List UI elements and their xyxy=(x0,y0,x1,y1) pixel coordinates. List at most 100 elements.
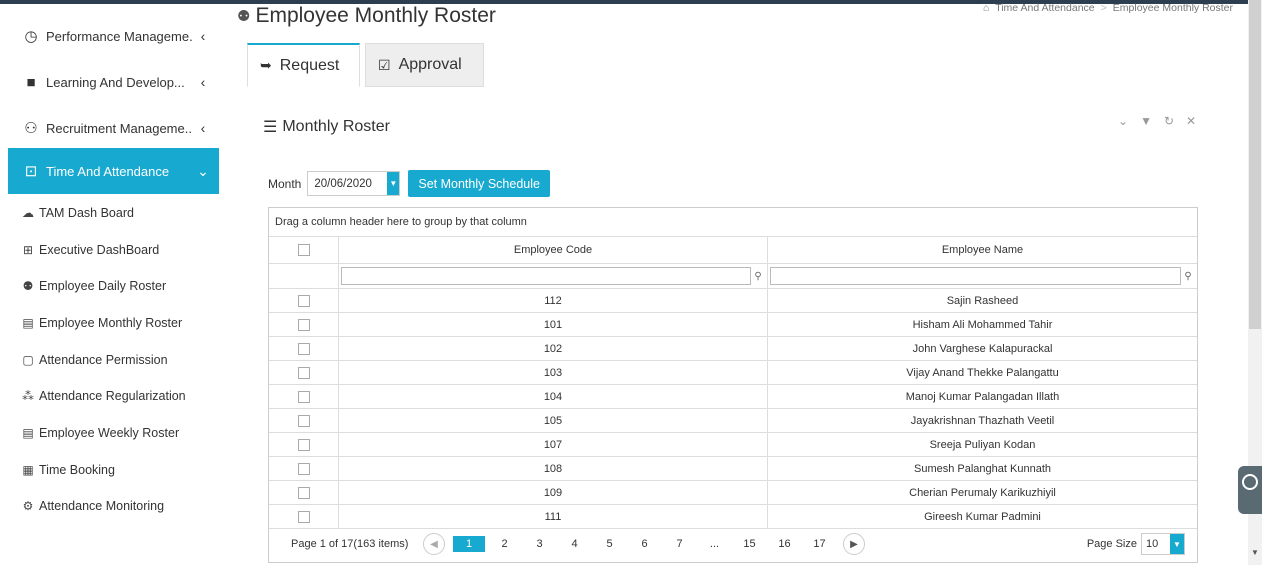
support-widget[interactable] xyxy=(1238,466,1262,514)
dropdown-icon[interactable]: ▼ xyxy=(1170,534,1184,554)
employee-name-cell: Jayakrishnan Thazhath Veetil xyxy=(910,414,1055,427)
page-number[interactable]: 4 xyxy=(557,538,592,550)
dropdown-icon[interactable]: ▼ xyxy=(387,172,400,195)
row-checkbox[interactable] xyxy=(297,462,310,475)
page-size: Page Size 10 ▼ xyxy=(1087,533,1185,555)
employee-name-cell: Gireesh Kumar Padmini xyxy=(924,510,1041,523)
sidebar-item-label: Learning And Develop... xyxy=(46,74,185,90)
table-row[interactable]: 101 Hisham Ali Mohammed Tahir xyxy=(269,313,1197,337)
code-filter-input[interactable] xyxy=(341,267,751,285)
tab-request[interactable]: ➥ Request xyxy=(247,43,360,87)
row-checkbox[interactable] xyxy=(297,414,310,427)
sub-item-label: Employee Daily Roster xyxy=(39,279,167,293)
sub-item-daily-roster[interactable]: ⚉ Employee Daily Roster xyxy=(20,271,167,301)
roster-grid: Drag a column header here to group by th… xyxy=(268,207,1198,563)
employee-name-cell: Hisham Ali Mohammed Tahir xyxy=(912,318,1053,331)
breadcrumb-current: Employee Monthly Roster xyxy=(1112,2,1233,14)
table-row[interactable]: 108 Sumesh Palanghat Kunnath xyxy=(269,457,1197,481)
page-number[interactable]: 17 xyxy=(802,538,837,550)
page-number[interactable]: 2 xyxy=(487,538,522,550)
sub-item-weekly-roster[interactable]: ▤ Employee Weekly Roster xyxy=(20,418,179,448)
table-row[interactable]: 105 Jayakrishnan Thazhath Veetil xyxy=(269,409,1197,433)
filter-icon[interactable]: ⚲ xyxy=(1181,271,1195,282)
page-size-select[interactable]: 10 ▼ xyxy=(1141,533,1185,555)
sub-item-monthly-roster[interactable]: ▤ Employee Monthly Roster xyxy=(20,308,182,338)
table-icon: ▦ xyxy=(22,463,34,477)
page-number[interactable]: 15 xyxy=(732,538,767,550)
page-number[interactable]: 16 xyxy=(767,538,802,550)
scroll-down-icon[interactable]: ▼ xyxy=(1251,548,1259,557)
sub-item-attendance-permission[interactable]: ▢ Attendance Permission xyxy=(20,345,168,375)
table-row[interactable]: 102 John Varghese Kalapurackal xyxy=(269,337,1197,361)
grid-body: 112 Sajin Rasheed 101 Hisham Ali Mohammed T… xyxy=(269,289,1197,529)
grid-header: Employee Code Employee Name xyxy=(269,237,1197,264)
home-icon[interactable]: ⌂ xyxy=(983,2,989,14)
sub-item-label: TAM Dash Board xyxy=(39,206,134,220)
row-checkbox[interactable] xyxy=(297,390,310,403)
prev-page-icon[interactable]: ◀ xyxy=(423,533,445,555)
employee-name-cell: Sajin Rasheed xyxy=(946,294,1019,307)
refresh-icon[interactable]: ↻ xyxy=(1164,114,1174,128)
page-number[interactable]: 7 xyxy=(662,538,697,550)
set-monthly-schedule-button[interactable]: Set Monthly Schedule xyxy=(408,170,550,197)
sub-item-attendance-monitoring[interactable]: ⚙ Attendance Monitoring xyxy=(20,491,164,521)
row-checkbox[interactable] xyxy=(297,342,310,355)
column-header-name[interactable]: Employee Name xyxy=(768,237,1197,263)
sub-item-time-booking[interactable]: ▦ Time Booking xyxy=(20,455,115,485)
row-checkbox[interactable] xyxy=(297,318,310,331)
name-filter-input[interactable] xyxy=(770,267,1181,285)
row-checkbox[interactable] xyxy=(297,438,310,451)
row-checkbox[interactable] xyxy=(297,294,310,307)
month-picker[interactable]: 20/06/2020 ▼ xyxy=(307,171,401,196)
breadcrumb-separator: > xyxy=(1100,2,1107,14)
filter-row-grid: ⚲ ⚲ xyxy=(269,264,1197,289)
next-page-icon[interactable]: ▶ xyxy=(843,533,865,555)
employee-name-cell: John Varghese Kalapurackal xyxy=(912,342,1053,355)
sub-item-executive-dashboard[interactable]: ⊞ Executive DashBoard xyxy=(20,235,159,265)
sidebar-item-performance[interactable]: ◷ Performance Manageme... ‹ xyxy=(8,13,219,59)
row-checkbox[interactable] xyxy=(297,366,310,379)
sign-out-icon: ➥ xyxy=(260,57,272,73)
sidebar-item-recruitment[interactable]: ⚇ Recruitment Manageme... ‹ xyxy=(8,105,219,151)
table-row[interactable]: 109 Cherian Perumaly Karikuzhiyil xyxy=(269,481,1197,505)
network-icon: ⁂ xyxy=(22,389,34,403)
tab-label: Approval xyxy=(398,56,462,73)
table-row[interactable]: 107 Sreeja Puliyan Kodan xyxy=(269,433,1197,457)
collapse-icon[interactable]: ⌄ xyxy=(1118,114,1128,128)
sidebar-item-time-attendance[interactable]: ⊡ Time And Attendance ⌄ xyxy=(8,148,219,194)
sub-item-tam-dashboard[interactable]: ☁ TAM Dash Board xyxy=(20,198,134,228)
sub-item-label: Attendance Permission xyxy=(39,353,168,367)
page-number[interactable]: 3 xyxy=(522,538,557,550)
select-all-checkbox[interactable] xyxy=(297,244,310,256)
table-row[interactable]: 112 Sajin Rasheed xyxy=(269,289,1197,313)
row-checkbox[interactable] xyxy=(297,510,310,523)
pager: Page 1 of 17(163 items) ◀ 1 2 3 4 5 6 7... 15 16… xyxy=(269,526,1197,562)
page-number[interactable]: 6 xyxy=(627,538,662,550)
group-drop-area[interactable]: Drag a column header here to group by th… xyxy=(269,208,1197,237)
table-row[interactable]: 104 Manoj Kumar Palangadan Illath xyxy=(269,385,1197,409)
sidebar-item-learning[interactable]: ■ Learning And Develop... ‹ xyxy=(8,59,219,105)
tab-approval[interactable]: ☑ Approval xyxy=(365,43,484,87)
sub-item-label: Time Booking xyxy=(39,463,115,477)
monitor-icon: ⚙ xyxy=(22,499,34,513)
employee-code-cell: 112 xyxy=(339,289,768,312)
employee-code-cell: 108 xyxy=(339,457,768,480)
table-row[interactable]: 103 Vijay Anand Thekke Palangattu xyxy=(269,361,1197,385)
page-number[interactable]: 5 xyxy=(592,538,627,550)
page-number[interactable]: 1 xyxy=(453,536,485,552)
sub-item-attendance-regularization[interactable]: ⁂ Attendance Regularization xyxy=(20,381,186,411)
filter-icon[interactable]: ▼ xyxy=(1140,114,1152,128)
check-square-icon: ☑ xyxy=(378,56,391,73)
column-header-code[interactable]: Employee Code xyxy=(339,237,768,263)
employee-name-cell: Manoj Kumar Palangadan Illath xyxy=(905,390,1060,403)
panel-tools: ⌄ ▼ ↻ ✕ xyxy=(1118,114,1196,128)
panel-title: ☰ Monthly Roster xyxy=(263,117,390,137)
breadcrumb-home[interactable]: Time And Attendance xyxy=(995,2,1094,14)
page-size-value: 10 xyxy=(1146,538,1159,550)
page-ellipsis[interactable]: ... xyxy=(697,538,732,550)
filter-icon[interactable]: ⚲ xyxy=(751,271,765,282)
close-icon[interactable]: ✕ xyxy=(1186,114,1196,128)
clock-icon: ⊡ xyxy=(24,163,38,180)
scrollbar-thumb[interactable] xyxy=(1249,0,1261,329)
row-checkbox[interactable] xyxy=(297,486,310,499)
